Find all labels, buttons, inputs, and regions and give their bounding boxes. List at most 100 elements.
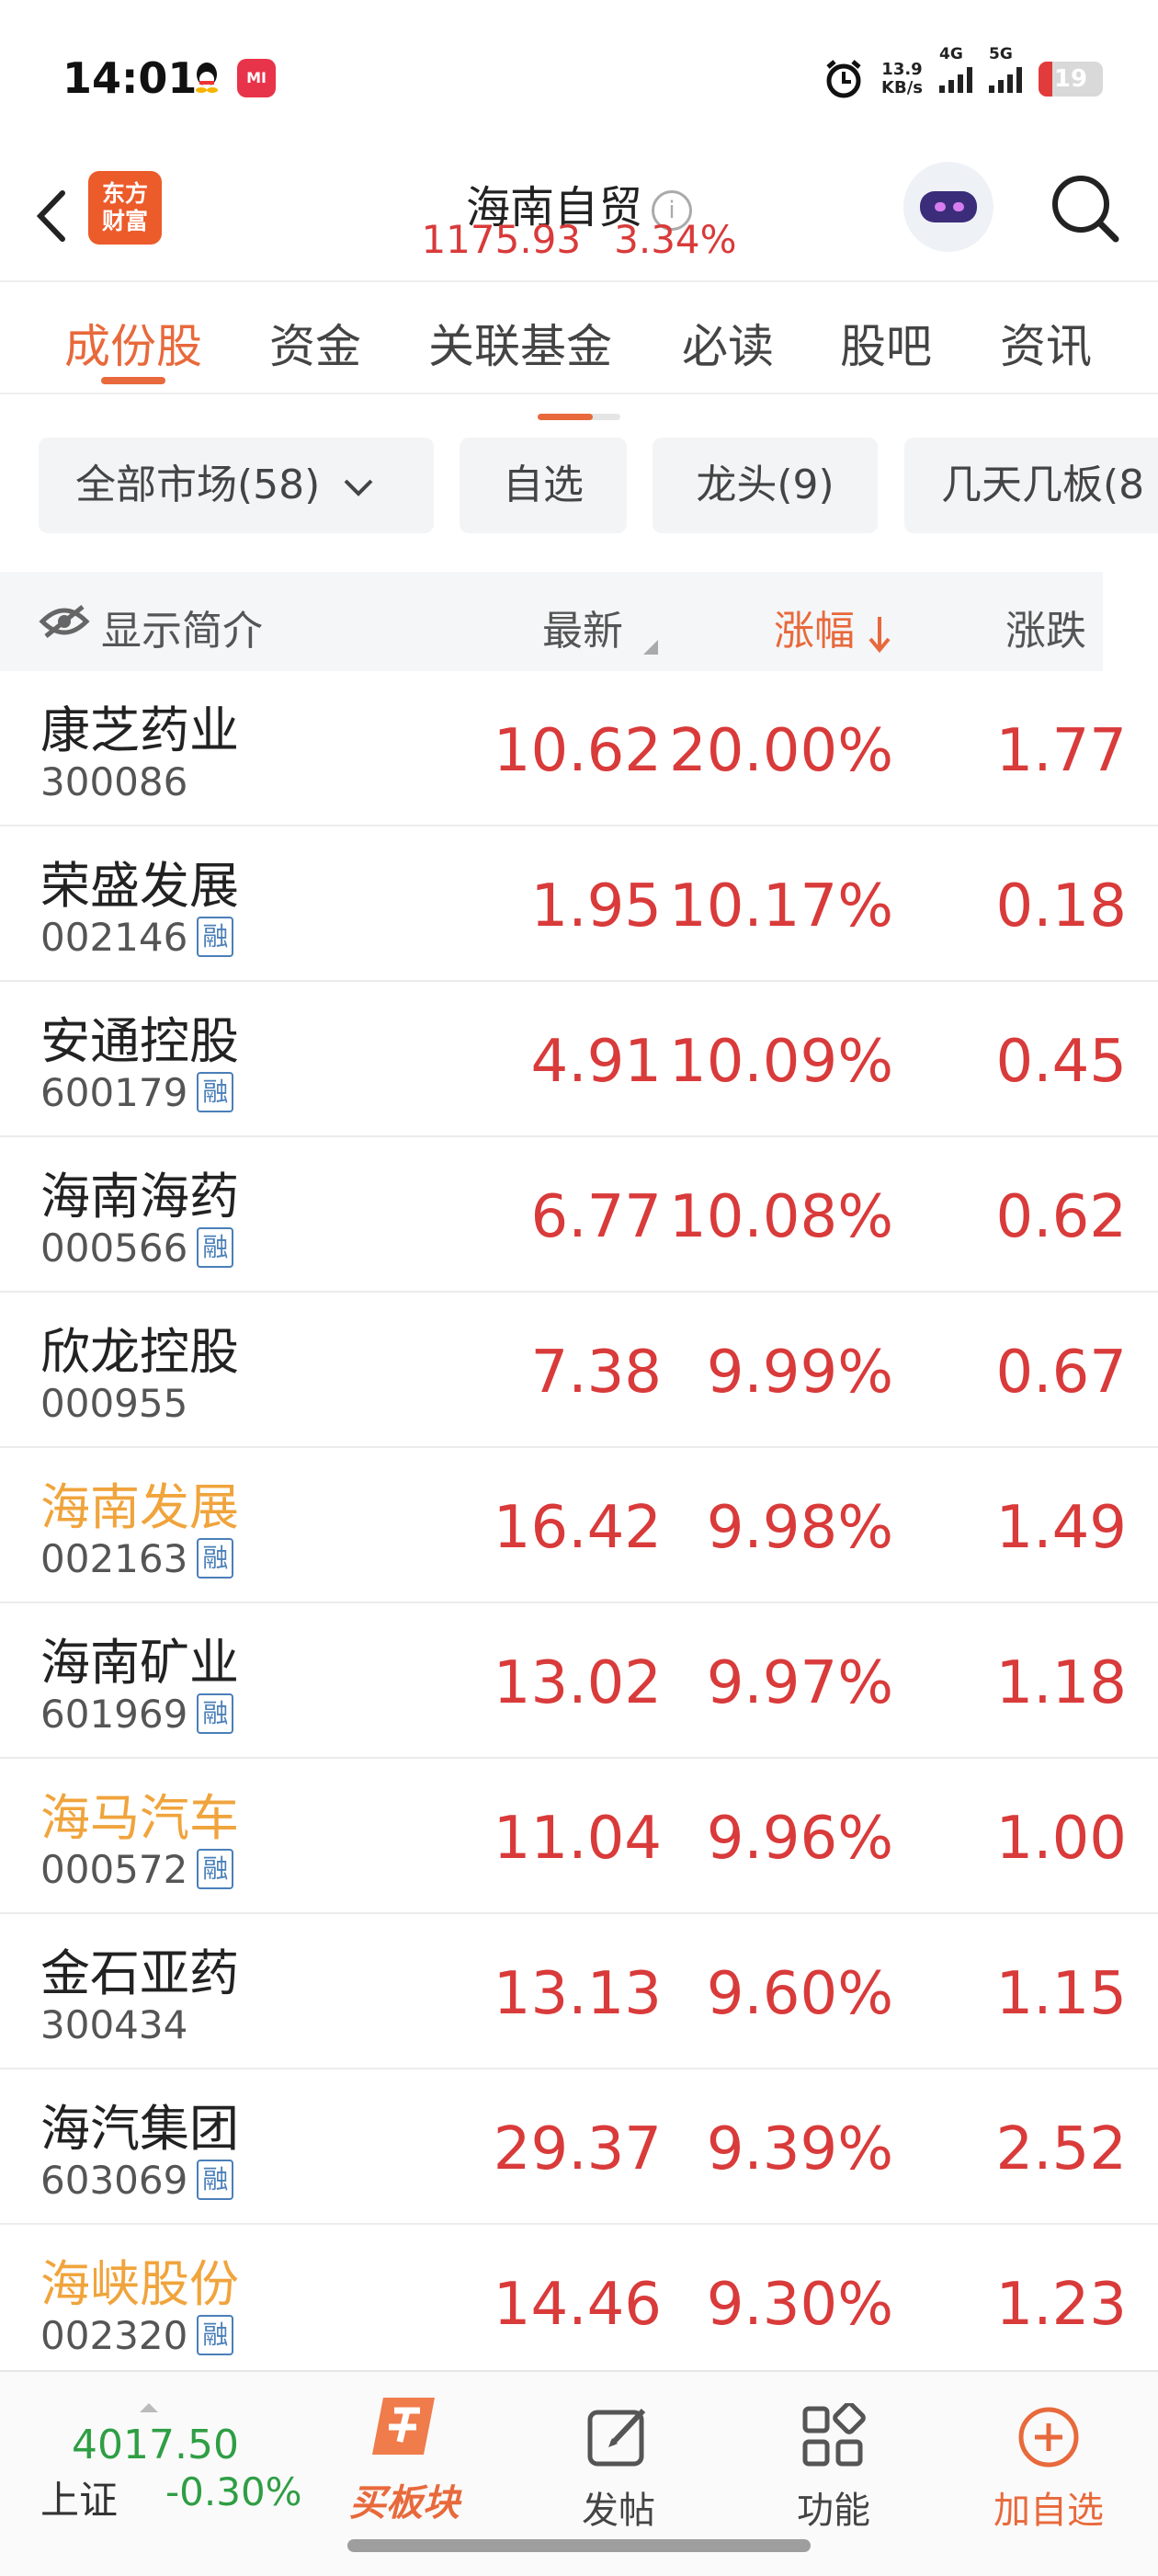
plus-circle-icon bbox=[1018, 2407, 1079, 2468]
tab-related-funds[interactable]: 关联基金 bbox=[428, 310, 612, 376]
table-row[interactable]: 金石亚药 300434 13.13 9.60% 1.15 bbox=[0, 1914, 1158, 2069]
table-row[interactable]: 海峡股份 002320 融 14.46 9.30% 1.23 bbox=[0, 2225, 1158, 2380]
stock-code: 603069 融 bbox=[40, 2158, 234, 2204]
search-icon[interactable] bbox=[1046, 169, 1123, 246]
battery-icon: 19 bbox=[1039, 62, 1103, 97]
latest-price: 10.62 bbox=[493, 717, 662, 785]
table-row[interactable]: 康芝药业 300086 10.62 20.00% 1.77 bbox=[0, 671, 1158, 826]
stock-code: 300086 bbox=[40, 759, 188, 804]
index-value: 4017.50 bbox=[72, 2422, 239, 2468]
change-pct: 10.08% bbox=[668, 1183, 893, 1251]
table-row[interactable]: 欣龙控股 000955 7.38 9.99% 0.67 bbox=[0, 1293, 1158, 1448]
change-pct: 20.00% bbox=[668, 717, 893, 785]
change-pct: 9.99% bbox=[706, 1339, 893, 1407]
table-row[interactable]: 海南海药 000566 融 6.77 10.08% 0.62 bbox=[0, 1137, 1158, 1293]
change-amount: 1.15 bbox=[995, 1960, 1128, 2028]
stock-name: 欣龙控股 bbox=[40, 1323, 239, 1381]
change-amount: 1.49 bbox=[995, 1494, 1128, 1562]
signal-5g-icon: 5G bbox=[989, 45, 1022, 93]
stock-name: 金石亚药 bbox=[40, 1944, 239, 2002]
signal-4g-icon: 4G bbox=[939, 45, 972, 93]
column-latest[interactable]: 最新 bbox=[542, 598, 660, 656]
margin-badge: 融 bbox=[197, 1226, 234, 1268]
stock-name: 海南矿业 bbox=[40, 1634, 239, 1692]
table-row[interactable]: 荣盛发展 002146 融 1.95 10.17% 0.18 bbox=[0, 826, 1158, 982]
change-amount: 2.52 bbox=[995, 2115, 1128, 2183]
change-amount: 0.62 bbox=[995, 1183, 1128, 1251]
eye-hidden-icon[interactable] bbox=[39, 603, 90, 640]
stock-list: 康芝药业 300086 10.62 20.00% 1.77 荣盛发展 00214… bbox=[0, 671, 1158, 2380]
post-button[interactable]: 发帖 bbox=[540, 2403, 697, 2534]
margin-badge: 融 bbox=[197, 2314, 234, 2355]
change-pct: 9.97% bbox=[706, 1649, 893, 1717]
change-pct: 9.98% bbox=[706, 1494, 893, 1562]
change-amount: 1.23 bbox=[995, 2271, 1128, 2339]
latest-price: 16.42 bbox=[493, 1494, 662, 1562]
filter-watchlist[interactable]: 自选 bbox=[460, 438, 627, 533]
latest-price: 4.91 bbox=[530, 1028, 663, 1096]
stock-name: 海南发展 bbox=[40, 1478, 239, 1536]
change-pct: 9.96% bbox=[706, 1805, 893, 1873]
tab-news[interactable]: 资讯 bbox=[1000, 310, 1092, 376]
page-scroll-indicator bbox=[538, 414, 620, 420]
change-amount: 0.67 bbox=[995, 1339, 1128, 1407]
index-change: -0.30% bbox=[165, 2469, 302, 2514]
index-name: 上证 bbox=[40, 2478, 119, 2523]
latest-price: 11.04 bbox=[493, 1805, 662, 1873]
latest-price: 13.13 bbox=[493, 1960, 662, 2028]
buy-sector-button[interactable]: 买板块 bbox=[331, 2390, 478, 2526]
tab-funds-flow[interactable]: 资金 bbox=[269, 310, 361, 376]
stock-name: 海汽集团 bbox=[40, 2100, 239, 2158]
stock-name: 荣盛发展 bbox=[40, 857, 239, 915]
latest-price: 1.95 bbox=[530, 872, 663, 940]
stock-code: 000572 融 bbox=[40, 1847, 234, 1893]
margin-badge: 融 bbox=[197, 1537, 234, 1579]
stock-name: 海南海药 bbox=[40, 1168, 239, 1225]
change-pct: 9.30% bbox=[706, 2271, 893, 2339]
table-row[interactable]: 海南发展 002163 融 16.42 9.98% 1.49 bbox=[0, 1448, 1158, 1603]
tab-must-read[interactable]: 必读 bbox=[682, 310, 774, 376]
margin-badge: 融 bbox=[197, 1848, 234, 1889]
sort-down-arrow-icon bbox=[868, 617, 891, 654]
column-change[interactable]: 涨跌 bbox=[1005, 598, 1086, 656]
functions-button[interactable]: 功能 bbox=[755, 2403, 912, 2534]
margin-badge: 融 bbox=[197, 2159, 234, 2200]
sector-index-value: 1175.93 bbox=[421, 217, 582, 262]
tab-stock-forum[interactable]: 股吧 bbox=[840, 310, 932, 376]
table-row[interactable]: 海汽集团 603069 融 29.37 9.39% 2.52 bbox=[0, 2069, 1158, 2225]
latest-price: 14.46 bbox=[493, 2271, 662, 2339]
margin-badge: 融 bbox=[197, 1071, 234, 1112]
grid-apps-icon bbox=[802, 2403, 866, 2467]
latest-price: 6.77 bbox=[530, 1183, 663, 1251]
status-indicators: 13.9 KB/s 4G 5G 19 bbox=[823, 45, 1103, 105]
table-row[interactable]: 海南矿业 601969 融 13.02 9.97% 1.18 bbox=[0, 1603, 1158, 1759]
change-amount: 1.00 bbox=[995, 1805, 1128, 1873]
active-tab-indicator bbox=[101, 377, 165, 384]
stock-code: 002320 融 bbox=[40, 2313, 234, 2359]
add-watchlist-button[interactable]: 加自选 bbox=[971, 2403, 1127, 2534]
filter-leaders[interactable]: 龙头(9) bbox=[653, 438, 878, 533]
show-intro-toggle[interactable]: 显示简介 bbox=[101, 598, 263, 656]
home-indicator[interactable] bbox=[347, 2539, 811, 2552]
ai-assistant-avatar[interactable] bbox=[903, 162, 993, 252]
change-amount: 1.77 bbox=[995, 717, 1128, 785]
change-pct: 9.39% bbox=[706, 2115, 893, 2183]
table-row[interactable]: 海马汽车 000572 融 11.04 9.96% 1.00 bbox=[0, 1759, 1158, 1914]
latest-price: 13.02 bbox=[493, 1649, 662, 1717]
clock: 14:01 bbox=[62, 53, 198, 103]
edit-icon bbox=[587, 2408, 646, 2467]
alarm-icon bbox=[826, 60, 861, 98]
stock-code: 002146 融 bbox=[40, 915, 234, 961]
column-change-pct[interactable]: 涨幅 bbox=[774, 598, 891, 656]
change-amount: 0.18 bbox=[995, 872, 1128, 940]
latest-price: 7.38 bbox=[530, 1339, 663, 1407]
network-speed: 13.9 KB/s bbox=[881, 60, 923, 97]
stock-name: 康芝药业 bbox=[40, 701, 239, 759]
filter-consecutive-limit[interactable]: 几天几板(8 bbox=[904, 438, 1158, 533]
stock-code: 000566 融 bbox=[40, 1225, 234, 1271]
tab-constituents[interactable]: 成份股 bbox=[64, 310, 202, 376]
stock-code: 000955 bbox=[40, 1381, 188, 1426]
table-row[interactable]: 安通控股 600179 融 4.91 10.09% 0.45 bbox=[0, 982, 1158, 1137]
filter-all-markets[interactable]: 全部市场(58) bbox=[39, 438, 434, 533]
sector-index-change: 3.34% bbox=[614, 217, 737, 262]
